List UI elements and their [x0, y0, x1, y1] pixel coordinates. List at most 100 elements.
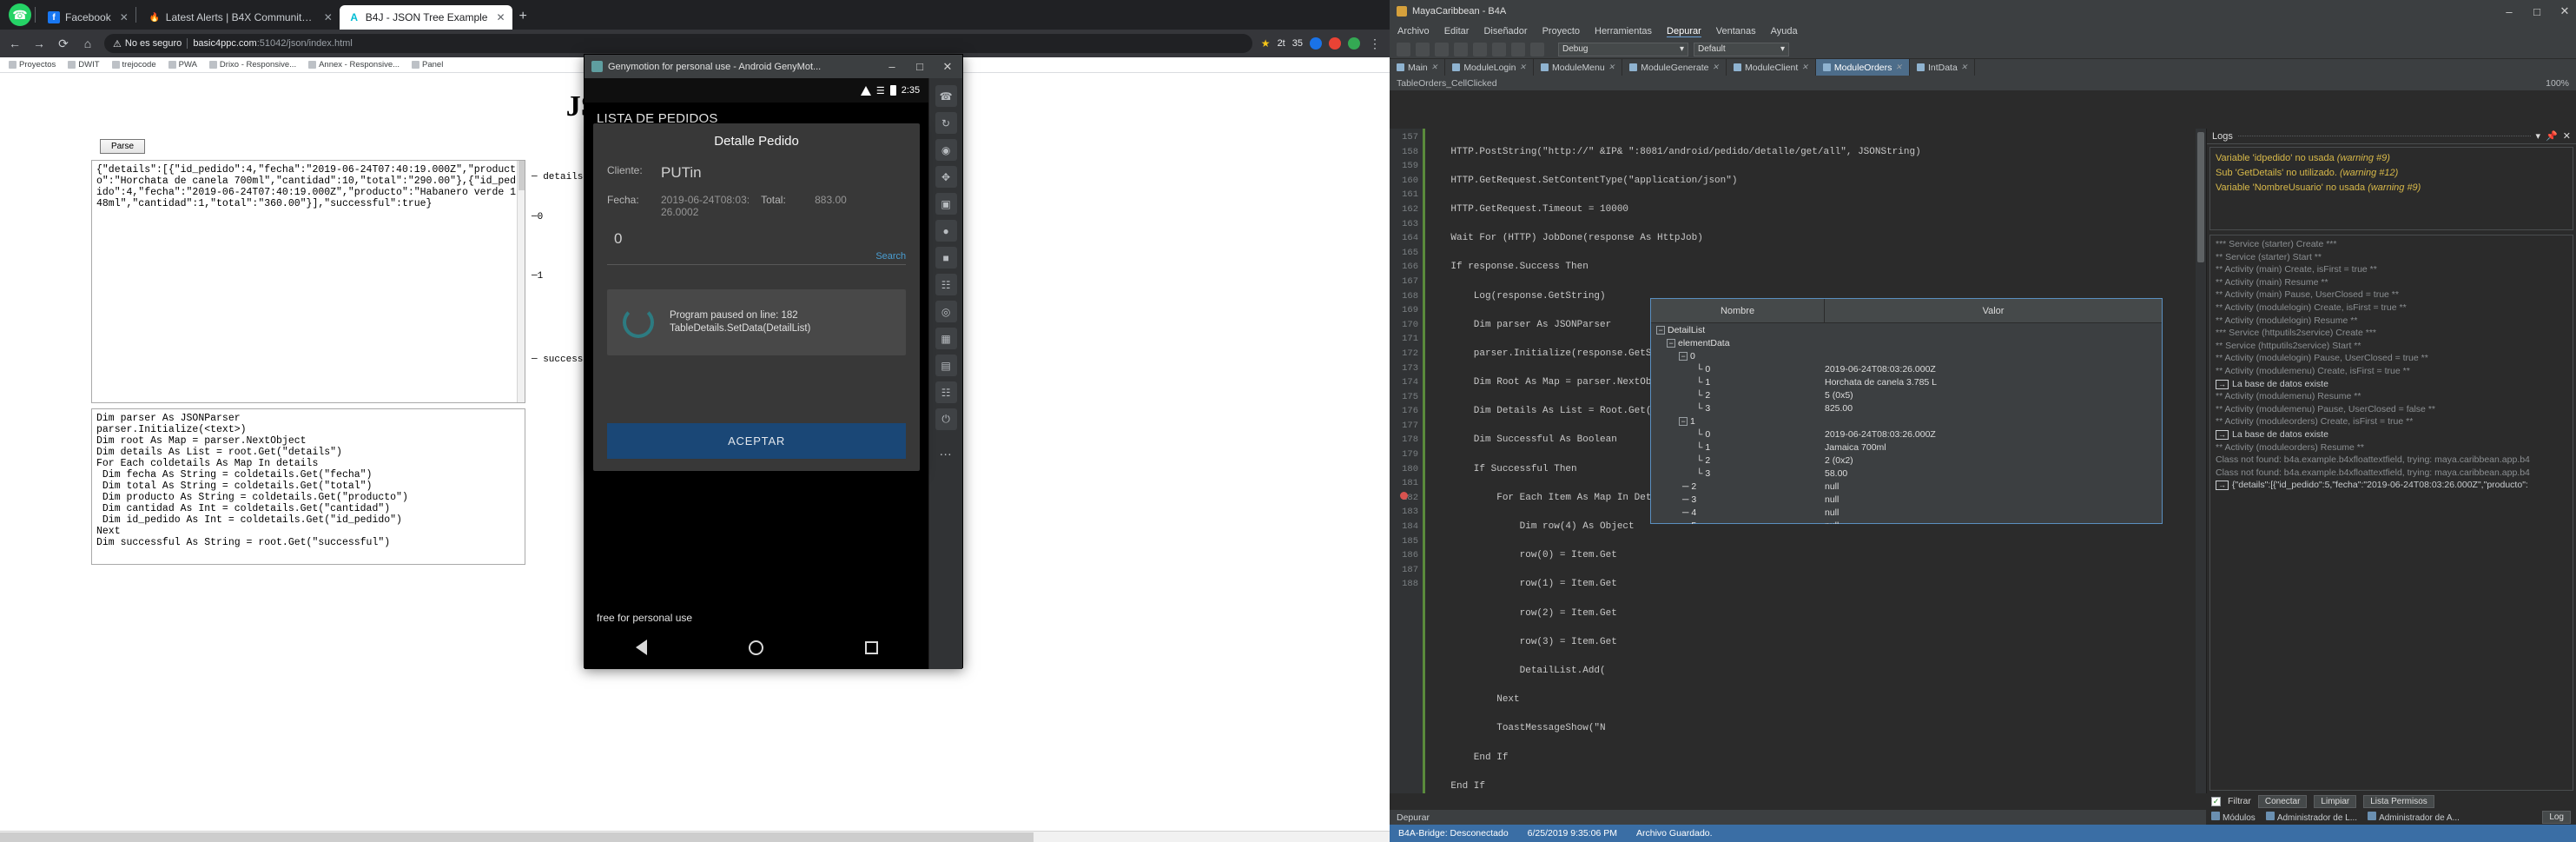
cpu-icon[interactable]: ▦: [935, 328, 957, 349]
tree-node-details[interactable]: ─ details: [532, 170, 583, 184]
back-icon[interactable]: ←: [7, 36, 23, 50]
menu-disenador[interactable]: Diseñador: [1483, 26, 1527, 36]
warning-item[interactable]: Variable 'idpedido' no usada (warning #9…: [2216, 151, 2567, 166]
display-icon[interactable]: ▣: [935, 193, 957, 215]
warning-item[interactable]: Variable 'NombreUsuario' no usada (warni…: [2216, 181, 2567, 196]
watch-row[interactable]: └ 0 2019-06-24T08:03:26.000Z: [1651, 362, 2162, 375]
extension-icon-blue[interactable]: [1310, 37, 1322, 50]
parse-button[interactable]: Parse: [100, 139, 145, 154]
menu-ventanas[interactable]: Ventanas: [1716, 26, 1756, 36]
expand-toggle-icon[interactable]: −: [1667, 338, 1675, 348]
ide-titlebar[interactable]: MayaCaribbean - B4A – □ ✕: [1390, 0, 2576, 23]
close-icon[interactable]: ✕: [1801, 63, 1808, 72]
tab-modulemenu[interactable]: ModuleMenu ✕: [1534, 59, 1623, 76]
expand-toggle-icon[interactable]: −: [1679, 351, 1688, 361]
watch-row[interactable]: └ 3 58.00: [1651, 467, 2162, 480]
browser-tab-json-tree-example[interactable]: A B4J - JSON Tree Example ✕: [339, 5, 512, 30]
menu-proyecto[interactable]: Proyecto: [1542, 26, 1580, 36]
page-horizontal-scrollbar[interactable]: [0, 831, 1390, 842]
admin-archivos-item[interactable]: Administrador de A...: [2368, 812, 2460, 823]
battery-icon[interactable]: ■: [935, 247, 957, 269]
close-icon[interactable]: ✕: [1519, 63, 1526, 72]
maximize-button[interactable]: □: [908, 60, 931, 73]
textarea-scrollbar[interactable]: [517, 161, 525, 402]
watch-row[interactable]: −0: [1651, 349, 2162, 362]
wifi-icon[interactable]: ☷: [935, 274, 957, 295]
close-icon[interactable]: ✕: [1961, 63, 1968, 72]
tab-moduleorders[interactable]: ModuleOrders ✕: [1815, 59, 1910, 76]
bookmark-item[interactable]: Proyectos: [9, 60, 56, 70]
bookmark-item[interactable]: Drixo - Responsive...: [208, 60, 296, 70]
bookmark-item[interactable]: trejocode: [111, 60, 156, 70]
save-icon[interactable]: [1435, 42, 1449, 56]
redo-icon[interactable]: [1473, 42, 1487, 56]
tree-node-1[interactable]: ─1: [532, 269, 583, 283]
step-icon[interactable]: [1530, 42, 1544, 56]
chevron-down-icon[interactable]: ▾: [2536, 130, 2541, 142]
watch-row[interactable]: − DetailList: [1651, 323, 2162, 336]
pin-icon[interactable]: 📌: [2546, 130, 2558, 142]
watch-row[interactable]: └ 22 (0x2): [1651, 454, 2162, 467]
new-icon[interactable]: [1397, 42, 1410, 56]
watch-row[interactable]: ─ 4 null: [1651, 506, 2162, 519]
watch-row[interactable]: └ 25 (0x5): [1651, 388, 2162, 401]
tab-modulegenerate[interactable]: ModuleGenerate ✕: [1622, 59, 1727, 76]
menu-editar[interactable]: Editar: [1444, 26, 1470, 36]
reload-icon[interactable]: ⟳: [56, 36, 71, 51]
minimize-button[interactable]: –: [881, 60, 903, 73]
clipboard-icon[interactable]: ☷: [935, 381, 957, 403]
bookmark-item[interactable]: DWIT: [68, 60, 100, 70]
breakpoint-icon[interactable]: [1400, 492, 1408, 500]
menu-archivo[interactable]: Archivo: [1397, 26, 1430, 36]
browser-tab-facebook[interactable]: f Facebook ✕: [39, 5, 135, 30]
build-config-combo[interactable]: Debug ▾: [1558, 42, 1688, 56]
watch-row[interactable]: └ 1 Horchata de canela 3.785 L: [1651, 375, 2162, 388]
close-icon[interactable]: ✕: [1712, 63, 1719, 72]
android-screen[interactable]: ☰ 2:35 LISTA DE PEDIDOS Detalle Pedido C…: [585, 78, 929, 669]
disk-icon[interactable]: ▤: [935, 355, 957, 376]
watch-row[interactable]: └ 3 825.00: [1651, 401, 2162, 414]
watch-row[interactable]: − elementData: [1651, 336, 2162, 349]
filter-checkbox[interactable]: ✓: [2211, 796, 2221, 806]
forward-icon[interactable]: →: [31, 36, 47, 50]
bookmark-item[interactable]: PWA: [168, 60, 197, 70]
generated-code-textarea[interactable]: Dim parser As JSONParser parser.Initiali…: [91, 408, 525, 565]
minimize-button[interactable]: –: [2498, 5, 2520, 18]
rotate-icon[interactable]: ↻: [935, 112, 957, 134]
close-icon[interactable]: ✕: [2563, 130, 2571, 142]
address-bar[interactable]: ⚠ No es seguro basic4ppc.com:51042/json/…: [104, 34, 1252, 53]
tab-main[interactable]: Main ✕: [1390, 59, 1446, 76]
extension-icon-green[interactable]: [1348, 37, 1360, 50]
more-options-icon[interactable]: …: [935, 441, 957, 462]
search-link[interactable]: Search: [607, 251, 907, 265]
scrollbar-thumb[interactable]: [519, 161, 525, 190]
zoom-level[interactable]: 100%: [2546, 78, 2569, 89]
phone-icon[interactable]: ☎: [935, 85, 957, 107]
home-icon[interactable]: [748, 640, 763, 655]
watch-row[interactable]: └ 0 2019-06-24T08:03:26.000Z: [1651, 428, 2162, 441]
move-icon[interactable]: ✥: [935, 166, 957, 188]
watch-row[interactable]: ─ 3 null: [1651, 493, 2162, 506]
run-icon[interactable]: [1492, 42, 1506, 56]
conectar-button[interactable]: Conectar: [2257, 794, 2308, 808]
scrollbar-thumb[interactable]: [0, 832, 1034, 842]
watch-row[interactable]: ─ 5null: [1651, 519, 2162, 525]
bookmark-item[interactable]: Annex - Responsive...: [308, 60, 400, 70]
log-output[interactable]: *** Service (starter) Create *** ** Serv…: [2209, 235, 2573, 791]
menu-ayuda[interactable]: Ayuda: [1771, 26, 1798, 36]
bookmark-star-icon[interactable]: ★: [1261, 37, 1271, 50]
genymotion-titlebar[interactable]: Genymotion for personal use - Android Ge…: [585, 55, 962, 78]
close-icon[interactable]: ✕: [1608, 63, 1615, 72]
tab-modulelogin[interactable]: ModuleLogin ✕: [1445, 59, 1534, 76]
limpiar-button[interactable]: Limpiar: [2314, 794, 2357, 808]
expand-toggle-icon[interactable]: −: [1679, 416, 1688, 426]
tab-counter[interactable]: 35: [1292, 38, 1303, 49]
watch-row[interactable]: ─ 2 null: [1651, 480, 2162, 493]
bookmark-item[interactable]: Panel: [412, 60, 443, 70]
warnings-list[interactable]: Variable 'idpedido' no usada (warning #9…: [2209, 147, 2573, 230]
recent-icon[interactable]: [864, 640, 878, 654]
close-icon[interactable]: ✕: [120, 11, 129, 23]
profile-badge[interactable]: 2t: [1278, 38, 1285, 49]
browser-tab-b4x-community[interactable]: 🔥 Latest Alerts | B4X Community - / ✕: [140, 5, 340, 30]
log-button[interactable]: Log: [2542, 811, 2571, 824]
